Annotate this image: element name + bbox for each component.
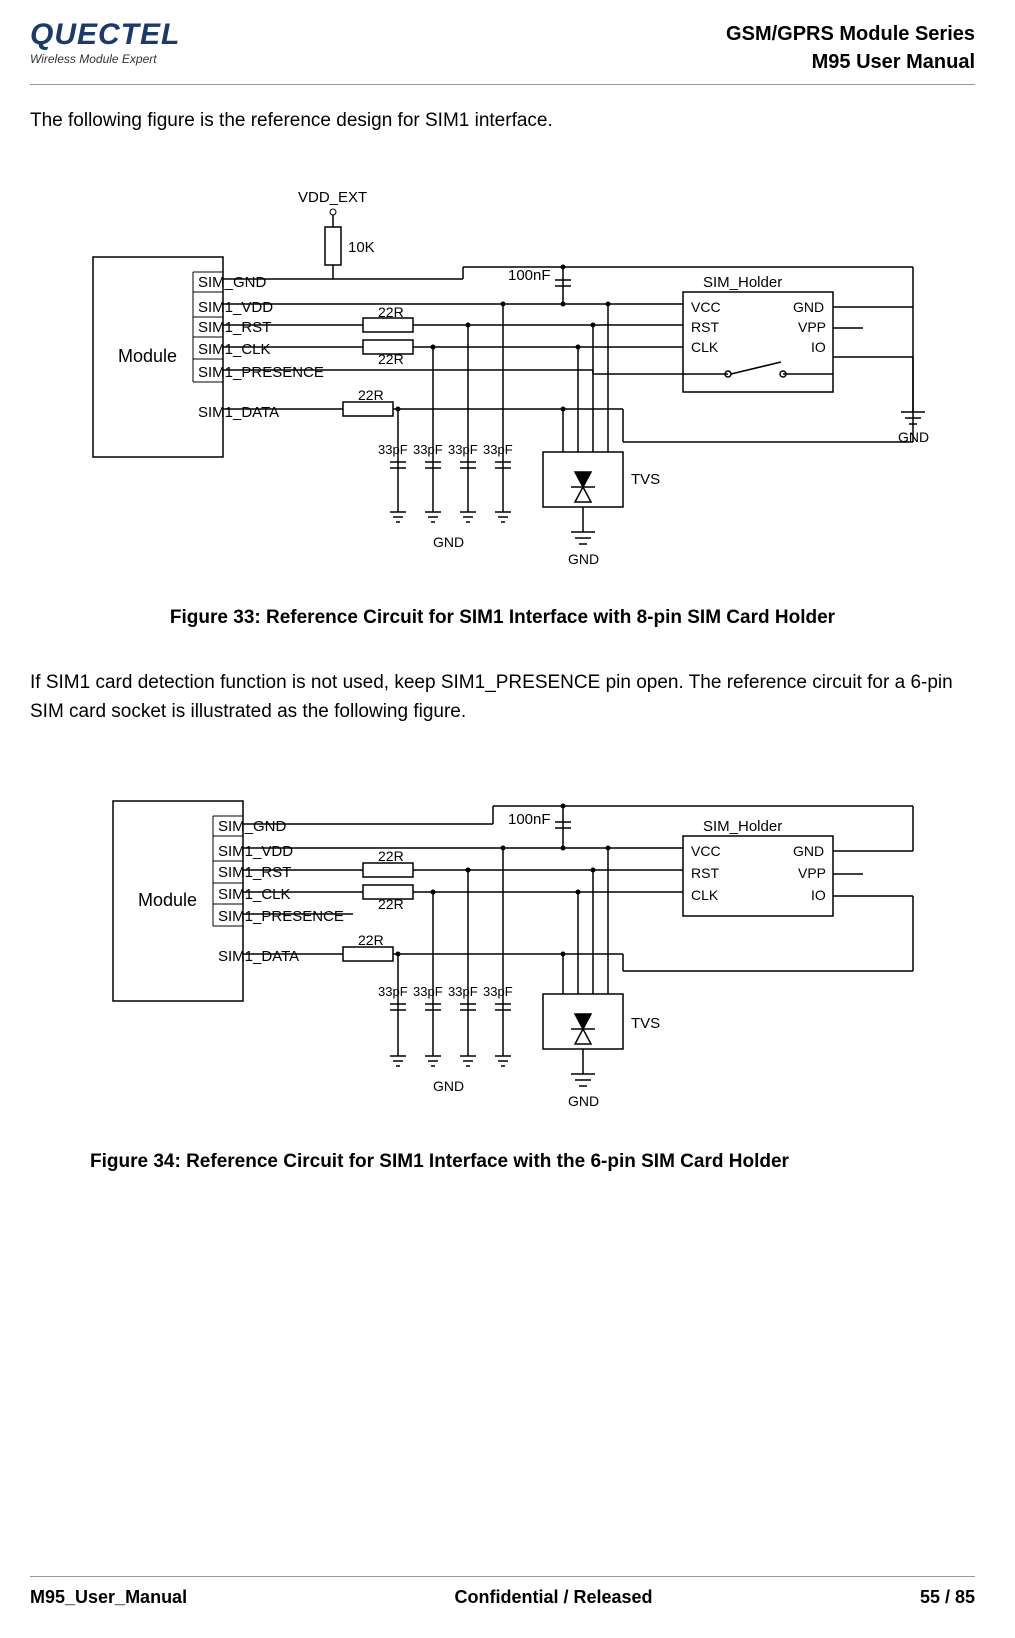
lbl2-sim1data: SIM1_DATA <box>218 948 299 965</box>
c100n: 100nF <box>508 267 551 284</box>
figure33-caption: Figure 33: Reference Circuit for SIM1 In… <box>30 607 975 629</box>
figure33-wrap: Module SIM_GND SIM1_VDD SIM1_RST SIM1_CL… <box>30 152 975 582</box>
gnd2-b1: GND <box>433 1078 464 1094</box>
gnd-right: GND <box>898 429 929 445</box>
c100n-2: 100nF <box>508 811 551 828</box>
gnd-b1: GND <box>433 534 464 550</box>
intro-text-2: If SIM1 card detection function is not u… <box>30 669 975 726</box>
c33-2: 33pF <box>413 442 443 457</box>
figure34-caption: Figure 34: Reference Circuit for SIM1 In… <box>30 1151 975 1173</box>
footer-right: 55 / 85 <box>920 1587 975 1608</box>
header-series: GSM/GPRS Module Series <box>726 20 975 48</box>
r22-2: 22R <box>378 351 404 367</box>
header-manual: M95 User Manual <box>726 48 975 76</box>
holder-label: SIM_Holder <box>703 274 782 291</box>
module-label-2: Module <box>138 890 197 910</box>
lbl2-sim1rst: SIM1_RST <box>218 864 291 881</box>
tvs-label: TVS <box>631 471 660 488</box>
holder-vcc: VCC <box>691 299 721 315</box>
holder2-gnd: GND <box>793 843 824 859</box>
tvs2-label: TVS <box>631 1015 660 1032</box>
holder-gnd: GND <box>793 299 824 315</box>
logo-sub: Wireless Module Expert <box>30 52 180 66</box>
logo-block: QUECTEL Wireless Module Expert <box>30 20 180 66</box>
intro-text-1: The following figure is the reference de… <box>30 110 975 132</box>
r22b-2: 22R <box>378 896 404 912</box>
holder2-clk: CLK <box>691 887 719 903</box>
page-footer: M95_User_Manual Confidential / Released … <box>30 1576 975 1608</box>
holder2-vcc: VCC <box>691 843 721 859</box>
r22-3: 22R <box>358 387 384 403</box>
gnd-b2: GND <box>568 551 599 567</box>
holder2-label: SIM_Holder <box>703 818 782 835</box>
page: QUECTEL Wireless Module Expert GSM/GPRS … <box>0 0 1015 1638</box>
r22b-3: 22R <box>358 932 384 948</box>
lbl-simgnd: SIM_GND <box>198 274 267 291</box>
c33b-1: 33pF <box>378 984 408 999</box>
lbl-sim1data: SIM1_DATA <box>198 404 279 421</box>
figure33-diagram: Module SIM_GND SIM1_VDD SIM1_RST SIM1_CL… <box>63 152 943 582</box>
lbl-sim1pres: SIM1_PRESENCE <box>198 364 324 381</box>
figure34-diagram: Module SIM_GND SIM1_VDD SIM1_RST SIM1_CL… <box>63 746 943 1126</box>
figure34-wrap: Module SIM_GND SIM1_VDD SIM1_RST SIM1_CL… <box>30 746 975 1126</box>
header-right: GSM/GPRS Module Series M95 User Manual <box>726 20 975 76</box>
lbl-sim1vdd: SIM1_VDD <box>198 299 273 316</box>
holder2-io: IO <box>811 887 826 903</box>
c33-3: 33pF <box>448 442 478 457</box>
lbl2-sim1vdd: SIM1_VDD <box>218 843 293 860</box>
gnd2-b2: GND <box>568 1093 599 1109</box>
c33b-3: 33pF <box>448 984 478 999</box>
vddext: VDD_EXT <box>298 189 367 206</box>
holder-io: IO <box>811 339 826 355</box>
footer-left: M95_User_Manual <box>30 1587 187 1608</box>
holder2-rst: RST <box>691 865 719 881</box>
c33b-2: 33pF <box>413 984 443 999</box>
c33-1: 33pF <box>378 442 408 457</box>
c33b-4: 33pF <box>483 984 513 999</box>
c33-4: 33pF <box>483 442 513 457</box>
holder-clk: CLK <box>691 339 719 355</box>
holder2-vpp: VPP <box>798 865 826 881</box>
r10k: 10K <box>348 239 375 256</box>
module-label: Module <box>118 346 177 366</box>
lbl2-sim1pres: SIM1_PRESENCE <box>218 908 344 925</box>
holder-vpp: VPP <box>798 319 826 335</box>
lbl2-simgnd: SIM_GND <box>218 818 287 835</box>
footer-mid: Confidential / Released <box>454 1587 652 1608</box>
page-header: QUECTEL Wireless Module Expert GSM/GPRS … <box>30 20 975 85</box>
r22b-1: 22R <box>378 848 404 864</box>
r22-1: 22R <box>378 304 404 320</box>
holder-rst: RST <box>691 319 719 335</box>
lbl-sim1clk: SIM1_CLK <box>198 341 271 358</box>
lbl-sim1rst: SIM1_RST <box>198 319 271 336</box>
lbl2-sim1clk: SIM1_CLK <box>218 886 291 903</box>
logo-main: QUECTEL <box>30 20 180 50</box>
